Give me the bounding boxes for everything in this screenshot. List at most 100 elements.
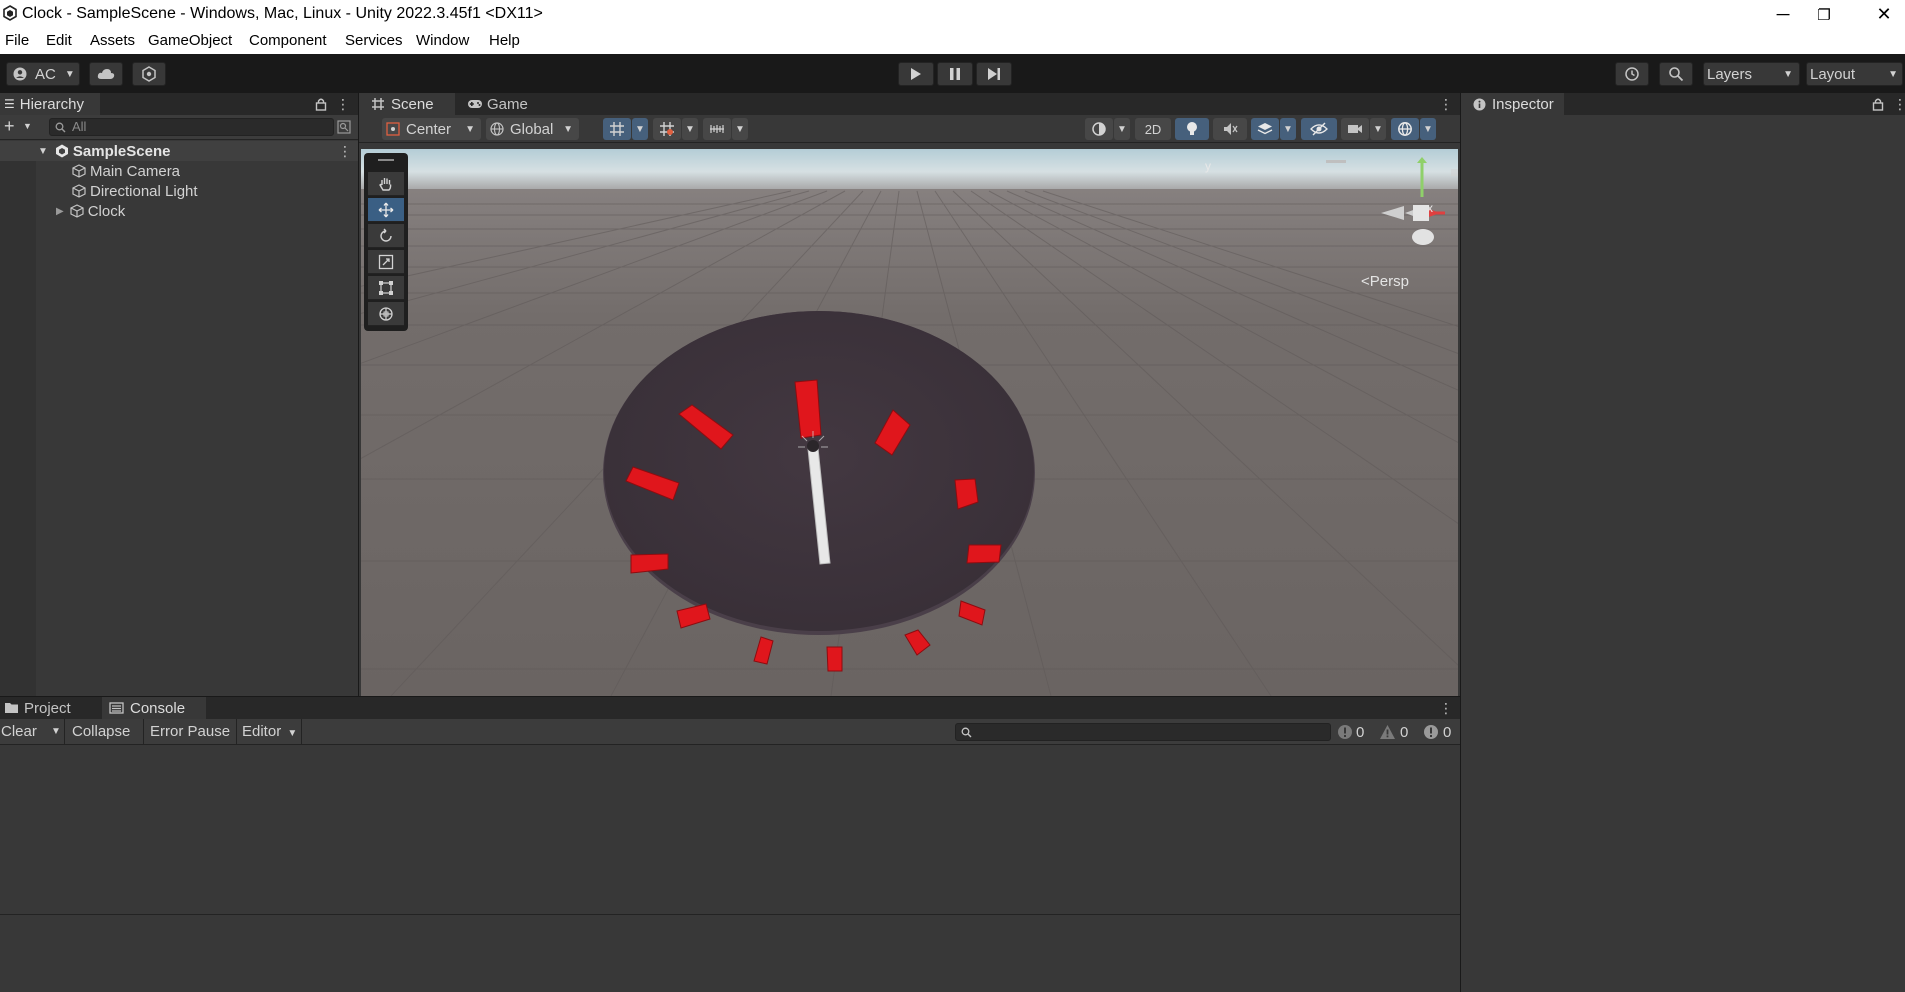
search-icon xyxy=(961,727,972,738)
rect-transform-icon xyxy=(379,280,393,295)
scene-row[interactable]: ▼ SampleScene ⋮ xyxy=(0,141,358,161)
space-dropdown[interactable]: Global ▼ xyxy=(486,118,579,140)
console-tab-bar: Project Console ⋮ xyxy=(0,697,1460,719)
transform-tool[interactable] xyxy=(368,302,404,326)
cloud-icon xyxy=(97,69,115,79)
rect-tool[interactable] xyxy=(368,276,404,300)
add-icon[interactable]: + xyxy=(4,116,15,137)
more-options-icon[interactable]: ⋮ xyxy=(1893,96,1905,112)
shaded-sphere-icon xyxy=(1092,122,1106,136)
draw-mode-toggle[interactable] xyxy=(1085,118,1113,140)
error-filter-toggle[interactable]: 0 xyxy=(1423,722,1451,742)
grid-snap-toggle[interactable] xyxy=(603,118,631,140)
layers-dropdown[interactable]: Layers ▼ xyxy=(1703,62,1800,86)
drag-handle[interactable] xyxy=(378,159,394,161)
console-log-list[interactable] xyxy=(0,745,1460,914)
gizmos-toggle[interactable] xyxy=(1391,118,1419,140)
warning-filter-toggle[interactable]: 0 xyxy=(1379,722,1408,742)
menu-edit[interactable]: Edit xyxy=(46,32,72,49)
clear-options-dropdown[interactable]: ▼ xyxy=(51,726,61,737)
more-options-icon[interactable]: ⋮ xyxy=(338,143,352,159)
effects-layers-icon xyxy=(1257,123,1273,135)
move-tool[interactable] xyxy=(368,198,404,222)
chevron-down-icon: ▼ xyxy=(64,68,75,80)
lock-icon[interactable] xyxy=(315,97,327,111)
menu-component[interactable]: Component xyxy=(249,32,327,49)
menu-services[interactable]: Services xyxy=(345,32,403,49)
tab-hierarchy[interactable]: ☰ Hierarchy xyxy=(0,93,100,115)
panel-splitter[interactable] xyxy=(0,696,1460,697)
lock-icon[interactable] xyxy=(1872,97,1884,111)
undo-history-button[interactable] xyxy=(1615,62,1649,86)
clear-button[interactable]: Clear xyxy=(1,723,37,740)
draw-mode-dropdown[interactable]: ▼ xyxy=(1114,118,1130,140)
console-panel: Project Console ⋮ Clear ▼ Collapse Error… xyxy=(0,697,1460,992)
hierarchy-item-main-camera[interactable]: Main Camera xyxy=(0,161,180,181)
toggle-2d-button[interactable]: 2D xyxy=(1135,118,1171,140)
close-window-button[interactable]: ✕ xyxy=(1856,0,1905,29)
restore-button[interactable]: ❐ xyxy=(1796,0,1852,29)
rotate-tool[interactable] xyxy=(368,224,404,248)
expand-arrow-icon[interactable]: ▼ xyxy=(38,146,48,157)
scene-camera-button[interactable] xyxy=(1341,118,1369,140)
editor-target-label: Editor xyxy=(242,723,282,740)
tab-inspector[interactable]: Inspector xyxy=(1461,93,1564,115)
ruler-toggle[interactable] xyxy=(703,118,731,140)
expand-arrow-icon[interactable]: ▶ xyxy=(56,206,64,217)
more-options-icon[interactable]: ⋮ xyxy=(1439,700,1453,716)
account-icon xyxy=(13,67,27,81)
tab-project[interactable]: Project xyxy=(0,697,99,719)
more-options-icon[interactable]: ⋮ xyxy=(1439,96,1453,112)
ruler-dropdown[interactable]: ▼ xyxy=(732,118,748,140)
scene-camera-dropdown[interactable]: ▼ xyxy=(1370,118,1386,140)
search-button[interactable] xyxy=(1659,62,1693,86)
layout-dropdown[interactable]: Layout ▼ xyxy=(1806,62,1903,86)
panel-splitter[interactable] xyxy=(358,93,359,697)
scene-visibility-toggle[interactable] xyxy=(1301,118,1337,140)
menu-file[interactable]: File xyxy=(5,32,29,49)
hierarchy-tab-bar: ☰ Hierarchy ⋮ xyxy=(0,93,358,115)
projection-toggle[interactable]: <Persp xyxy=(1361,273,1409,290)
scale-tool[interactable] xyxy=(368,250,404,274)
pivot-mode-dropdown[interactable]: Center ▼ xyxy=(382,118,481,140)
hand-tool[interactable] xyxy=(368,172,404,196)
menu-window[interactable]: Window xyxy=(416,32,469,49)
step-button[interactable] xyxy=(976,62,1012,86)
cloud-button[interactable] xyxy=(89,62,123,86)
menu-help[interactable]: Help xyxy=(489,32,520,49)
more-options-icon[interactable]: ⋮ xyxy=(336,96,350,112)
tab-console[interactable]: Console xyxy=(102,697,206,719)
menu-gameobject[interactable]: GameObject xyxy=(148,32,232,49)
scene-render xyxy=(361,149,1458,696)
tab-game[interactable]: Game xyxy=(463,93,543,115)
menu-assets[interactable]: Assets xyxy=(90,32,135,49)
audio-toggle[interactable] xyxy=(1213,118,1247,140)
hierarchy-search-input[interactable]: All xyxy=(49,118,334,136)
error-pause-toggle[interactable]: Error Pause xyxy=(150,723,230,740)
lighting-toggle[interactable] xyxy=(1175,118,1209,140)
grid-snap-dropdown[interactable]: ▼ xyxy=(632,118,648,140)
console-search-input[interactable] xyxy=(955,723,1331,741)
pause-button[interactable] xyxy=(937,62,973,86)
effects-dropdown[interactable]: ▼ xyxy=(1280,118,1296,140)
hierarchy-panel: ☰ Hierarchy ⋮ + ▼ All ▼ SampleScene ⋮ Ma… xyxy=(0,93,358,696)
panel-splitter[interactable] xyxy=(1460,93,1461,992)
scene-viewport[interactable]: y x <Persp xyxy=(361,149,1458,696)
effects-toggle[interactable] xyxy=(1251,118,1279,140)
play-button[interactable] xyxy=(898,62,934,86)
increment-snap-dropdown[interactable]: ▼ xyxy=(682,118,698,140)
gizmos-dropdown[interactable]: ▼ xyxy=(1420,118,1436,140)
collapse-toggle[interactable]: Collapse xyxy=(72,723,130,740)
hierarchy-item-directional-light[interactable]: Directional Light xyxy=(0,181,198,201)
editor-target-dropdown[interactable]: Editor ▼ xyxy=(242,723,297,743)
scene-visibility-icon[interactable] xyxy=(337,120,351,134)
tab-scene[interactable]: Scene xyxy=(359,93,455,115)
hierarchy-item-clock[interactable]: ▶ Clock xyxy=(0,201,125,221)
collab-settings-button[interactable] xyxy=(132,62,166,86)
increment-snap-toggle[interactable] xyxy=(653,118,681,140)
camera-icon xyxy=(1348,125,1362,133)
account-dropdown[interactable]: AC ▼ xyxy=(6,62,80,86)
log-filter-toggle[interactable]: 0 xyxy=(1337,722,1364,742)
chevron-down-icon[interactable]: ▼ xyxy=(23,121,32,131)
info-log-icon xyxy=(1338,725,1352,739)
